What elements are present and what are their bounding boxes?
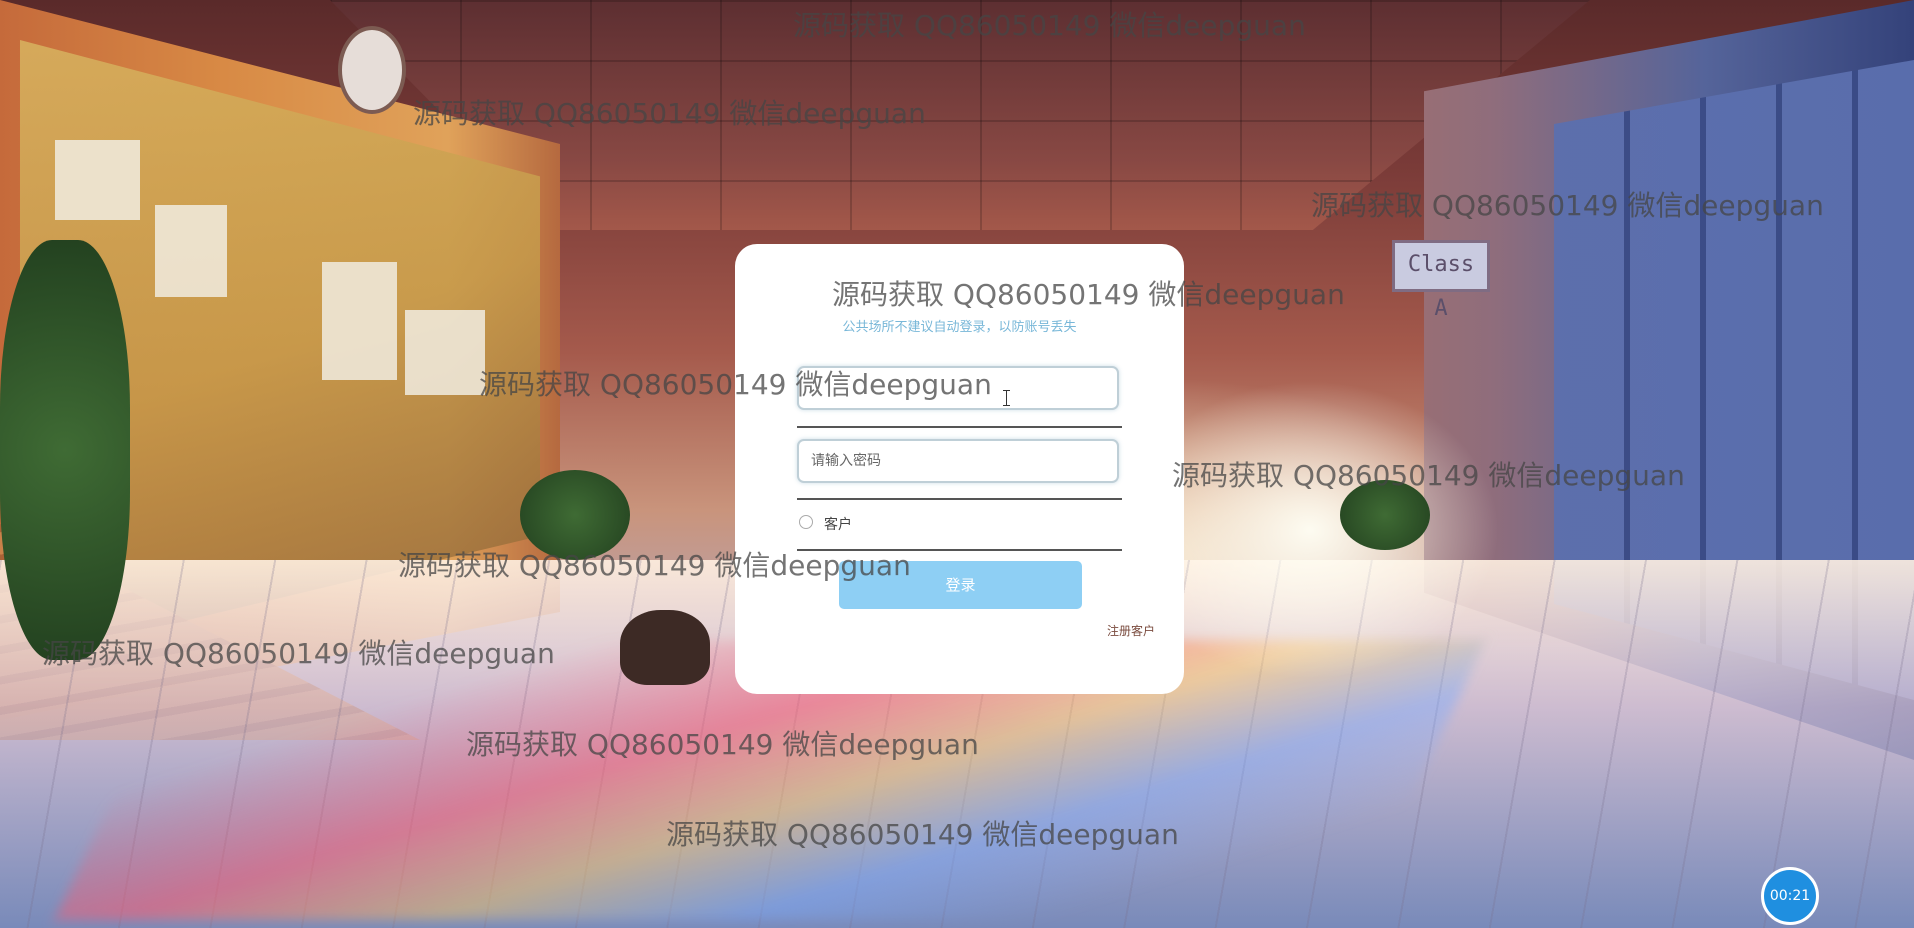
poster bbox=[322, 262, 397, 380]
username-underline bbox=[797, 426, 1122, 428]
password-underline bbox=[797, 498, 1122, 500]
login-tip: 公共场所不建议自动登录，以防账号丢失 bbox=[842, 320, 1077, 335]
poster bbox=[55, 140, 140, 220]
cat bbox=[620, 610, 710, 685]
poster bbox=[405, 310, 485, 395]
role-radio-customer[interactable] bbox=[799, 515, 813, 529]
password-input[interactable] bbox=[797, 439, 1119, 483]
role-underline bbox=[797, 549, 1122, 551]
plant bbox=[520, 470, 630, 560]
register-link[interactable]: 注册客户 bbox=[1107, 622, 1155, 639]
poster bbox=[155, 205, 227, 297]
wall-clock bbox=[338, 26, 406, 114]
text-cursor-icon bbox=[1003, 390, 1010, 406]
class-a-sign: Class A bbox=[1392, 240, 1490, 321]
role-label-customer: 客户 bbox=[824, 517, 852, 533]
timer-badge: 00:21 bbox=[1761, 867, 1819, 925]
plant bbox=[1340, 480, 1430, 550]
username-input[interactable] bbox=[797, 366, 1119, 410]
plant bbox=[0, 240, 130, 660]
login-button[interactable]: 登录 bbox=[839, 561, 1082, 609]
